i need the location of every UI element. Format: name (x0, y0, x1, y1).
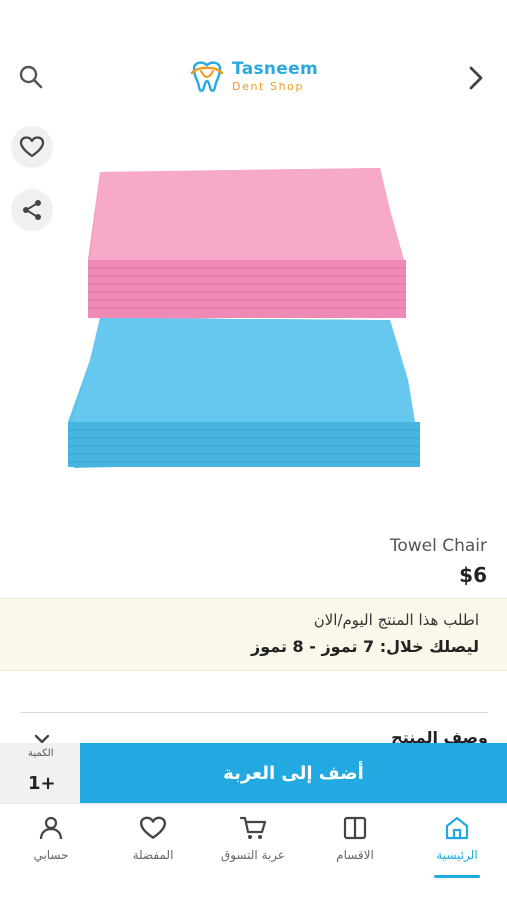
home-icon (445, 816, 469, 840)
logo-subtitle: Dent Shop (232, 79, 305, 93)
add-to-cart-bar: الكمية 1+ أضف إلى العربة (0, 743, 507, 803)
nav-label-home: الرئيسية (436, 848, 478, 862)
nav-label-cart: عربة التسوق (220, 848, 286, 862)
delivery-date-text: ليصلك خلال: 7 تموز - 8 تموز (251, 637, 479, 656)
delivery-info: اطلب هذا المنتج اليوم/الان ليصلك خلال: 7… (0, 598, 507, 671)
app-header: Tasneem Dent Shop (0, 0, 507, 120)
nav-label-categories: الاقسام (336, 848, 374, 862)
bottom-nav: الرئيسية الاقسام عربة التسوق المفضلة حسا… (0, 803, 507, 900)
share-button[interactable] (11, 189, 53, 231)
logo-name: Tasneem (232, 58, 318, 79)
heart-icon (139, 816, 167, 839)
search-icon (19, 65, 43, 89)
product-price: $6 (459, 563, 487, 587)
nav-item-favorites[interactable]: المفضلة (108, 814, 198, 884)
categories-icon (343, 816, 367, 840)
nav-item-home[interactable]: الرئيسية (412, 814, 502, 884)
search-button[interactable] (16, 62, 46, 92)
product-name: Towel Chair (389, 536, 487, 556)
add-to-cart-button[interactable]: أضف إلى العربة (80, 743, 507, 803)
brand-logo: Tasneem Dent Shop (188, 56, 318, 96)
delivery-order-text: اطلب هذا المنتج اليوم/الان (313, 611, 479, 629)
nav-label-favorites: المفضلة (132, 848, 174, 862)
nav-label-account: حسابي (33, 848, 69, 862)
share-icon (23, 200, 41, 220)
heart-icon (19, 136, 45, 158)
quantity-value: 1+ (28, 773, 56, 794)
quantity-stepper[interactable]: الكمية 1+ (0, 743, 80, 803)
favorite-button[interactable] (11, 126, 53, 168)
nav-item-categories[interactable]: الاقسام (310, 814, 400, 884)
user-icon (39, 816, 63, 840)
quantity-label: الكمية (28, 748, 54, 759)
cart-icon (239, 816, 267, 839)
nav-item-account[interactable]: حسابي (6, 814, 96, 884)
chevron-right-icon (469, 66, 483, 90)
tooth-logo-icon (190, 61, 224, 92)
back-button[interactable] (461, 62, 491, 94)
product-image (68, 168, 420, 468)
active-tab-indicator (434, 875, 480, 878)
nav-item-cart[interactable]: عربة التسوق (208, 814, 298, 884)
divider (20, 712, 488, 713)
